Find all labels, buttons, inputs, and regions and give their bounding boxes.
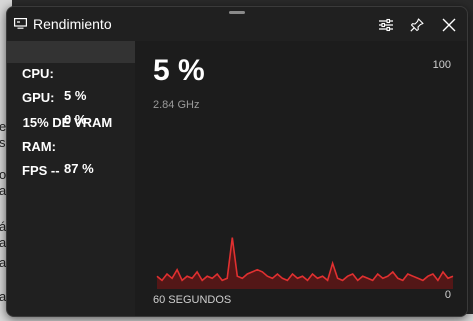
stat-ram[interactable]: RAM: 87 % <box>7 114 135 176</box>
stat-value: 87 % <box>64 161 94 176</box>
monitor-icon <box>14 18 27 29</box>
pin-button[interactable] <box>406 14 428 36</box>
x-axis-label: 60 SEGUNDOS <box>153 294 232 306</box>
y-axis-min-label: 0 <box>444 289 451 301</box>
stat-fps[interactable]: FPS -- <box>7 138 135 178</box>
settings-button[interactable] <box>375 14 397 36</box>
pin-icon <box>410 18 424 32</box>
close-icon <box>442 18 456 32</box>
settings-icon <box>379 18 393 32</box>
close-button[interactable] <box>438 14 460 36</box>
window-title: Rendimiento <box>33 16 112 32</box>
usage-line <box>156 237 454 282</box>
title-bar[interactable]: Rendimiento <box>7 7 467 41</box>
usage-area <box>157 237 453 289</box>
usage-graph <box>156 237 454 289</box>
graph-panel: 5 % 2.84 GHz 100 0 60 SEGUNDOS <box>135 41 467 316</box>
stat-label: FPS -- <box>22 163 60 178</box>
stat-cpu[interactable]: CPU: 5 % <box>7 41 135 103</box>
stat-gpu[interactable]: GPU: 0 % <box>7 65 135 127</box>
background-char: s <box>0 135 6 150</box>
stat-vram[interactable]: 15% DE VRAM <box>7 90 135 130</box>
performance-widget: Rendimiento CPU: 5 % GPU: 0 % 15% DE VRA… <box>6 6 468 317</box>
stats-list: CPU: 5 % GPU: 0 % 15% DE VRAM RAM: 87 % … <box>7 41 135 316</box>
